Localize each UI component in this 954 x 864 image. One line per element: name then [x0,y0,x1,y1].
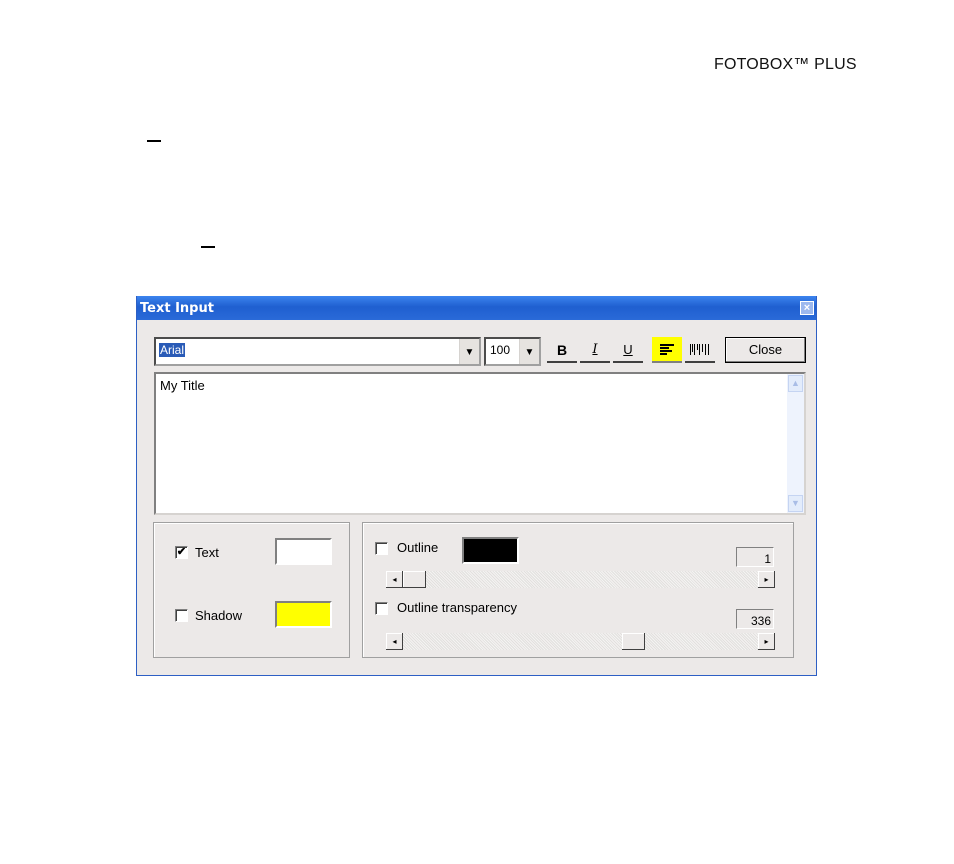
brand-header: FOTOBOX™ PLUS [714,56,857,73]
bold-button[interactable]: B [547,337,577,363]
fill-options-group: ✔ Text Shadow [153,522,350,658]
text-checkbox[interactable]: ✔ [175,546,188,559]
underline-button[interactable]: U [613,337,643,363]
close-icon[interactable]: × [800,301,814,315]
dialog-title: Text Input [140,301,214,316]
font-size-value: 100 [490,343,511,357]
text-color-swatch[interactable] [275,538,332,565]
scroll-right-icon[interactable]: ▸ [758,571,775,588]
slider-thumb[interactable] [622,633,646,650]
text-label: Text [195,545,219,560]
text-input-area[interactable]: My Title ▲ ▼ [154,372,806,515]
outline-width-slider[interactable]: ◂ ▸ [386,571,775,588]
chevron-down-icon[interactable]: ▼ [519,339,539,364]
shadow-color-swatch[interactable] [275,601,332,628]
vertical-scrollbar[interactable]: ▲ ▼ [787,374,804,513]
scroll-right-icon[interactable]: ▸ [758,633,775,650]
align-left-button[interactable] [652,337,682,363]
scroll-left-icon[interactable]: ◂ [386,571,403,588]
close-button[interactable]: Close [725,337,806,363]
outline-transparency-value: 336 [736,609,774,629]
title-bar[interactable]: Text Input × [137,296,816,320]
slider-thumb[interactable] [403,571,426,588]
scroll-left-icon[interactable]: ◂ [386,633,403,650]
outline-label: Outline [397,540,439,555]
text-input-dialog: Text Input × Arial ▼ 100 ▼ B I U Close M… [136,296,817,676]
font-select[interactable]: Arial ▼ [154,337,481,366]
outline-width-value: 1 [736,547,774,567]
scroll-up-icon[interactable]: ▲ [788,375,803,392]
text-content[interactable]: My Title [160,378,205,393]
font-value: Arial [159,343,186,357]
outline-transparency-label: Outline transparency [397,600,517,615]
outline-color-swatch[interactable] [462,537,519,564]
scroll-down-icon[interactable]: ▼ [788,495,803,512]
chevron-down-icon[interactable]: ▼ [459,339,479,364]
italic-button[interactable]: I [580,337,610,363]
outline-transparency-slider[interactable]: ◂ ▸ [386,633,775,650]
align-left-icon [660,344,674,355]
outline-transparency-checkbox[interactable] [375,602,388,615]
dash-marker [201,246,215,248]
justify-icon [690,344,709,355]
shadow-checkbox[interactable] [175,609,188,622]
outline-options-group: Outline 1 ◂ ▸ Outline transparency 336 ◂… [362,522,794,658]
font-size-select[interactable]: 100 ▼ [484,337,541,366]
dash-marker [147,140,161,142]
shadow-label: Shadow [195,608,242,623]
outline-checkbox[interactable] [375,542,388,555]
justify-button[interactable] [685,337,715,363]
